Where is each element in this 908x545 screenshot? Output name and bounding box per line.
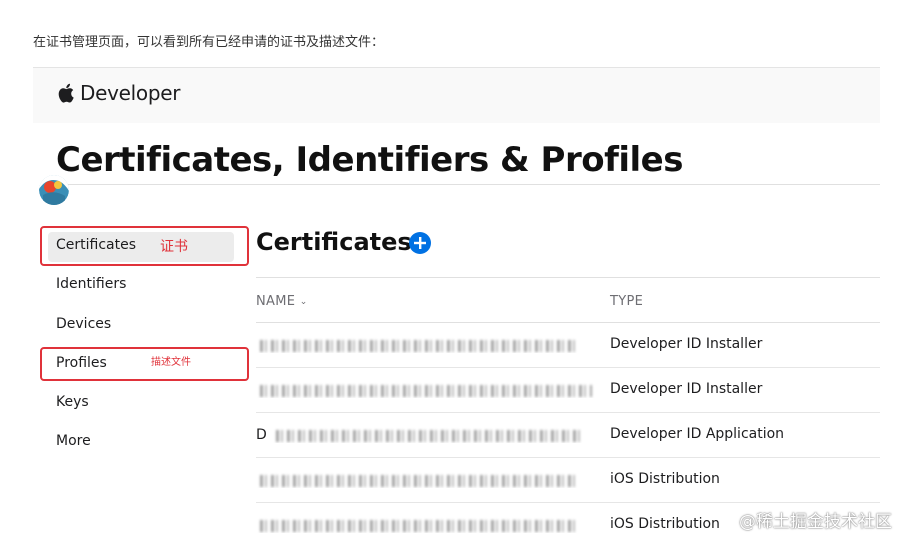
annotation-box-certificates (40, 226, 249, 266)
certificate-type: Developer ID Installer (610, 336, 763, 352)
certificate-name-redacted (256, 472, 596, 488)
redacted-text (260, 475, 578, 487)
redacted-text (260, 385, 592, 397)
add-certificate-button[interactable] (409, 232, 431, 254)
table-row[interactable]: D Developer ID Application (256, 413, 880, 458)
redacted-text (260, 520, 578, 532)
column-header-name-label: NAME (256, 294, 296, 309)
developer-logo[interactable]: Developer (57, 81, 180, 105)
table-row[interactable]: Developer ID Installer (256, 368, 880, 413)
column-header-type[interactable]: TYPE (610, 294, 643, 309)
table-row[interactable]: iOS Distribution (256, 458, 880, 503)
certificate-type: iOS Distribution (610, 471, 720, 487)
section-title: Certificates (256, 228, 412, 256)
name-prefix: D (256, 427, 267, 443)
sidebar-item-keys[interactable]: Keys (56, 394, 89, 410)
redacted-text (275, 430, 581, 442)
certificate-type: Developer ID Installer (610, 381, 763, 397)
certificate-type: Developer ID Application (610, 426, 785, 442)
certificate-name-redacted (256, 337, 596, 353)
avatar-image (39, 175, 69, 205)
table-row[interactable]: Developer ID Installer (256, 323, 880, 368)
intro-text: 在证书管理页面，可以看到所有已经申请的证书及描述文件： (33, 35, 385, 50)
watermark: @稀土掘金技术社区 (739, 512, 892, 532)
annotation-note-profiles: 描述文件 (151, 357, 191, 368)
annotation-box-profiles (40, 347, 249, 381)
sidebar-item-identifiers[interactable]: Identifiers (56, 276, 126, 292)
certificate-name-redacted: D (256, 427, 596, 443)
redacted-text (260, 340, 578, 352)
annotation-note-certificates: 证书 (160, 239, 188, 255)
certificate-type: iOS Distribution (610, 516, 720, 532)
plus-circle-icon (414, 237, 426, 249)
column-header-name[interactable]: NAME ⌄ (256, 294, 308, 309)
avatar[interactable] (39, 175, 69, 205)
sidebar-item-more[interactable]: More (56, 433, 91, 449)
title-divider (56, 184, 880, 185)
table-header: NAME ⌄ TYPE (256, 277, 880, 323)
developer-brand: Developer (80, 81, 181, 105)
page-title: Certificates, Identifiers & Profiles (56, 140, 683, 180)
certificate-name-redacted (256, 382, 596, 398)
sort-chevron-icon: ⌄ (299, 297, 308, 307)
developer-header: Developer (33, 67, 880, 123)
apple-logo-icon (58, 83, 74, 103)
sidebar-item-devices[interactable]: Devices (56, 316, 111, 332)
certificate-name-redacted (256, 517, 596, 533)
